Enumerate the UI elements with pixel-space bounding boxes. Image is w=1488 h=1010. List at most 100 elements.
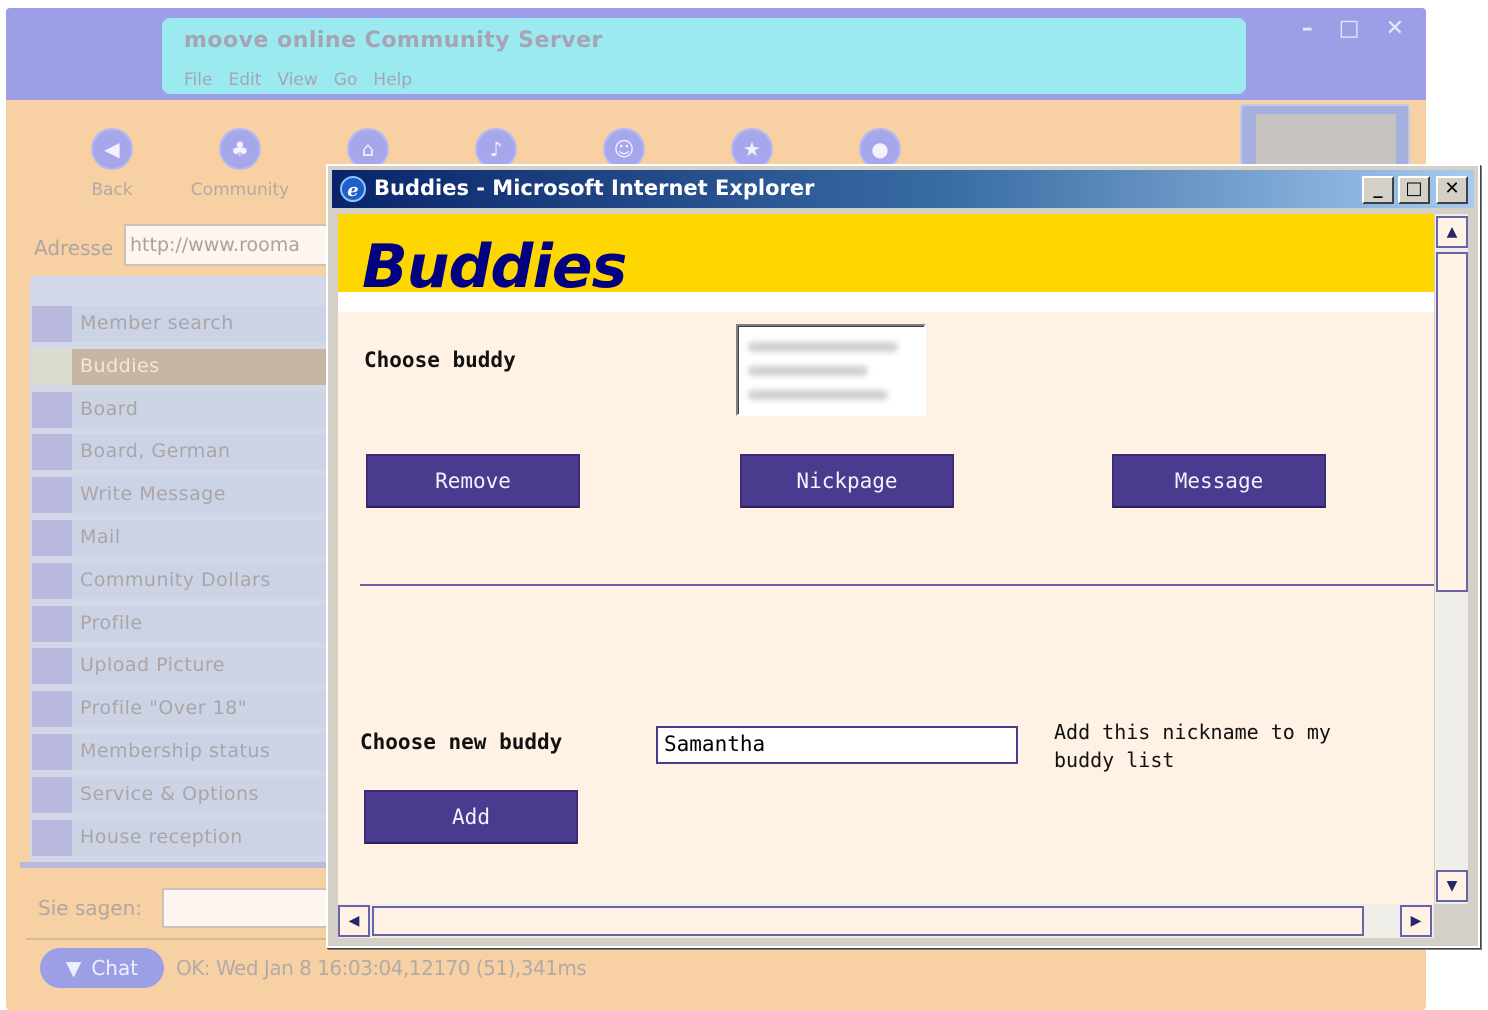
menu-help[interactable]: Help	[373, 70, 412, 90]
sidebar-item-marker	[32, 434, 72, 471]
address-label: Adresse	[34, 236, 114, 260]
vertical-scrollbar[interactable]: ▲ ▼	[1434, 214, 1468, 904]
menu-view[interactable]: View	[277, 70, 317, 90]
ie-page-content: Buddies Choose buddy Remove Nickpage Mes…	[338, 214, 1434, 904]
scroll-right-icon[interactable]: ▶	[1400, 905, 1432, 937]
ie-title-bar[interactable]: e Buddies - Microsoft Internet Explorer …	[332, 170, 1474, 208]
chevron-down-icon: ▼	[65, 956, 82, 980]
sidebar-item-label: House reception	[72, 819, 330, 856]
toolbar-back-label: Back	[91, 180, 133, 200]
buddy-listbox[interactable]	[736, 324, 926, 416]
sidebar-item-label: Profile	[72, 605, 330, 642]
scroll-up-icon[interactable]: ▲	[1436, 216, 1468, 248]
sidebar-item-label: Community Dollars	[72, 562, 330, 599]
sidebar-item-label: Profile "Over 18"	[72, 691, 330, 728]
toolbar-back-button[interactable]: ◀ Back	[52, 128, 172, 200]
ie-window-title: Buddies - Microsoft Internet Explorer	[374, 176, 815, 200]
sidebar-item-marker	[32, 348, 72, 385]
menu-go[interactable]: Go	[334, 70, 358, 90]
sidebar-item-label: Buddies	[72, 348, 330, 385]
sidebar-item[interactable]: Community Dollars	[30, 561, 330, 601]
banner-strip	[338, 292, 1434, 312]
menu-edit[interactable]: Edit	[228, 70, 261, 90]
choose-new-buddy-label: Choose new buddy	[360, 730, 563, 754]
sidebar-item[interactable]: Upload Picture	[30, 646, 330, 686]
sidebar-item[interactable]: Board	[30, 390, 330, 430]
toolbar-community-label: Community	[190, 180, 290, 200]
ie-close-button[interactable]: ✕	[1436, 176, 1468, 204]
horizontal-scrollbar[interactable]: ◀ ▶	[338, 904, 1434, 938]
horizontal-scroll-thumb[interactable]	[372, 906, 1364, 936]
sidebar-item-label: Mail	[72, 520, 330, 556]
chat-button-label: Chat	[91, 956, 139, 980]
ie-minimize-button[interactable]: _	[1362, 176, 1394, 204]
sidebar-item-marker	[32, 605, 72, 642]
sidebar-item-marker	[32, 691, 72, 728]
scroll-left-icon[interactable]: ◀	[338, 905, 370, 937]
sidebar-item[interactable]: Profile	[30, 604, 330, 644]
sidebar-item[interactable]: House reception	[30, 818, 330, 858]
sidebar-item-marker	[32, 306, 72, 342]
sidebar-item[interactable]: Service & Options	[30, 775, 330, 815]
message-button[interactable]: Message	[1112, 454, 1326, 508]
choose-buddy-label: Choose buddy	[364, 348, 516, 372]
avatar-image	[1256, 114, 1396, 170]
blurred-buddy-entry[interactable]	[748, 390, 888, 400]
menu-file[interactable]: File	[184, 70, 212, 90]
internet-explorer-icon: e	[340, 176, 366, 202]
sidebar-item[interactable]: Buddies	[30, 347, 330, 387]
sidebar-item-label: Service & Options	[72, 776, 330, 813]
sidebar-item-label: Board	[72, 391, 330, 428]
community-icon: ♣	[219, 128, 261, 170]
toolbar-community-button[interactable]: ♣ Community	[180, 128, 300, 200]
app-top-bar: moove online Community Server File Edit …	[6, 8, 1426, 100]
sidebar-item[interactable]: Write Message	[30, 475, 330, 515]
close-icon[interactable]: ✕	[1386, 16, 1404, 41]
say-label: Sie sagen:	[38, 896, 143, 920]
sidebar-item-marker	[32, 391, 72, 428]
new-buddy-input[interactable]: Samantha	[656, 726, 1018, 764]
sidebar-item[interactable]: Profile "Over 18"	[30, 689, 330, 729]
minimize-icon[interactable]: –	[1302, 16, 1313, 41]
back-icon: ◀	[91, 128, 133, 170]
sidebar-item-label: Write Message	[72, 477, 330, 514]
app-menu-bar: File Edit View Go Help	[184, 70, 412, 90]
sidebar-item[interactable]: Board, German	[30, 432, 330, 472]
sidebar-item-marker	[32, 648, 72, 685]
app-window-controls: – □ ✕	[1302, 16, 1404, 41]
sidebar-item[interactable]: Membership status	[30, 732, 330, 772]
ie-maximize-button[interactable]: □	[1398, 176, 1430, 204]
add-hint-text: Add this nickname to my buddy list	[1054, 720, 1331, 772]
sidebar-item-marker	[32, 562, 72, 599]
scroll-corner	[1434, 904, 1468, 938]
sidebar-item-marker	[32, 734, 72, 770]
ie-popup-window: e Buddies - Microsoft Internet Explorer …	[326, 164, 1480, 948]
sidebar-nav: Member search Buddies Board Board, German Wr…	[30, 276, 330, 866]
blurred-buddy-entry[interactable]	[748, 366, 868, 376]
sidebar-item-marker	[32, 819, 72, 856]
sidebar-item[interactable]: Member search	[30, 304, 330, 344]
sidebar-item-label: Member search	[72, 306, 330, 342]
scroll-down-icon[interactable]: ▼	[1436, 870, 1468, 902]
nickpage-button[interactable]: Nickpage	[740, 454, 954, 508]
section-divider	[360, 584, 1434, 586]
say-input[interactable]	[162, 888, 342, 928]
app-title-box: moove online Community Server File Edit …	[162, 18, 1246, 94]
sidebar-item[interactable]: Mail	[30, 518, 330, 558]
chat-button[interactable]: ▼ Chat	[40, 948, 164, 988]
sidebar-item-label: Membership status	[72, 734, 330, 770]
vertical-scroll-thumb[interactable]	[1436, 252, 1468, 592]
app-title: moove online Community Server	[184, 28, 603, 53]
sidebar-item-label: Upload Picture	[72, 648, 330, 685]
status-text: OK: Wed Jan 8 16:03:04,12170 (51),341ms	[176, 956, 587, 980]
sidebar-bottom-rule	[20, 862, 340, 868]
sidebar-item-marker	[32, 776, 72, 813]
page-banner: Buddies	[338, 214, 1434, 302]
blurred-buddy-entry[interactable]	[748, 342, 898, 352]
sidebar-item-label: Board, German	[72, 434, 330, 471]
add-button[interactable]: Add	[364, 790, 578, 844]
address-input[interactable]: http://www.rooma	[124, 224, 344, 266]
sidebar-item-marker	[32, 520, 72, 556]
remove-button[interactable]: Remove	[366, 454, 580, 508]
maximize-icon[interactable]: □	[1339, 16, 1360, 41]
